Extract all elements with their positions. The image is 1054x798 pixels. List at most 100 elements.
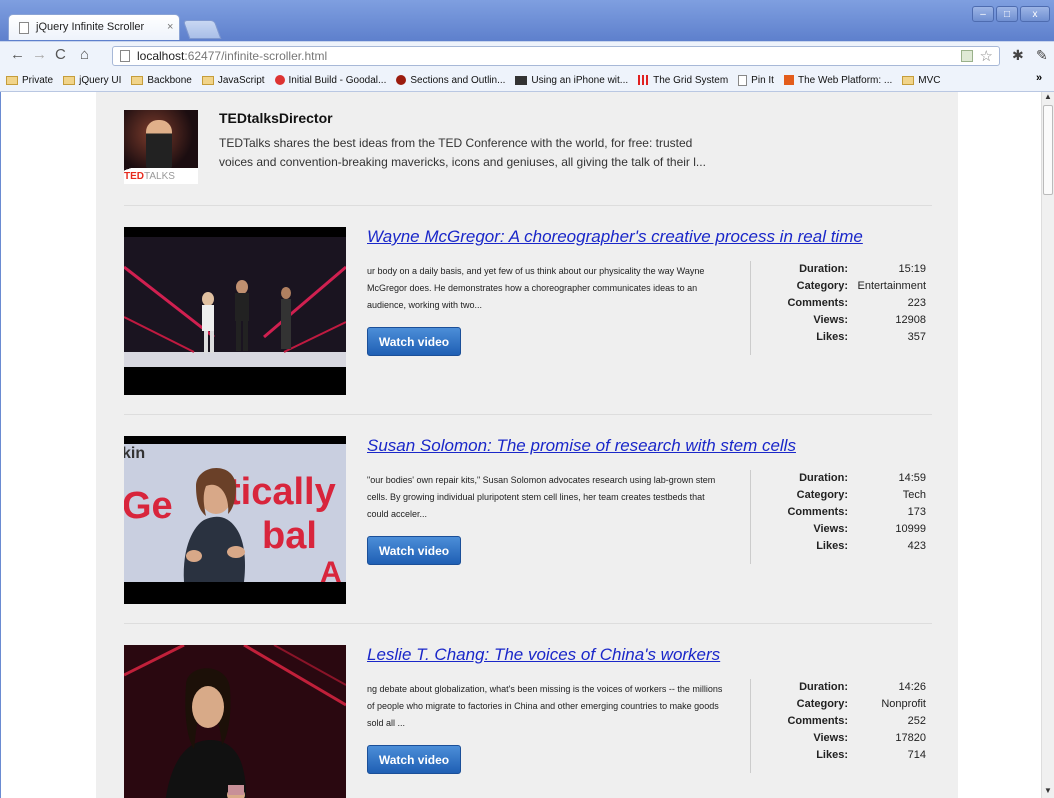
extension-icon[interactable]: ✱: [1012, 47, 1024, 64]
folder-icon: [902, 75, 915, 85]
watch-video-button[interactable]: Watch video: [367, 536, 461, 565]
tab-title: jQuery Infinite Scroller: [36, 21, 145, 33]
views-value: 10999: [895, 523, 926, 535]
new-tab-button[interactable]: [182, 20, 222, 39]
duration-label: Duration:: [799, 472, 848, 484]
talk-title-link[interactable]: Susan Solomon: The promise of research w…: [367, 436, 796, 456]
url-text: localhost:62477/infinite-scroller.html: [137, 49, 328, 63]
likes-value: 357: [907, 331, 926, 343]
browser-toolbar: ← → C ⌂ localhost:62477/infinite-scrolle…: [0, 41, 1054, 70]
tab-close-icon[interactable]: ×: [167, 21, 173, 33]
bookmark-grid-system[interactable]: The Grid System: [638, 75, 728, 86]
site-icon: [783, 75, 794, 85]
title-bar: jQuery Infinite Scroller × – □ x: [0, 0, 1054, 42]
back-arrow-icon[interactable]: ←: [10, 46, 25, 63]
category-label: Category:: [796, 489, 848, 501]
comments-label: Comments:: [787, 506, 848, 518]
divider: [750, 470, 751, 564]
home-icon[interactable]: ⌂: [80, 46, 89, 63]
bookmark-star-icon[interactable]: ☆: [980, 47, 993, 65]
bookmark-initial-build[interactable]: Initial Build - Goodal...: [274, 75, 386, 86]
views-label: Views:: [813, 314, 848, 326]
category-value: Tech: [902, 489, 926, 501]
browser-tab[interactable]: jQuery Infinite Scroller ×: [8, 14, 180, 40]
talk-title-link[interactable]: Wayne McGregor: A choreographer's creati…: [367, 227, 863, 247]
likes-value: 423: [907, 540, 926, 552]
bookmark-javascript[interactable]: JavaScript: [201, 75, 265, 86]
comments-value: 223: [907, 297, 926, 309]
bookmark-backbone[interactable]: Backbone: [131, 75, 192, 86]
duration-value: 15:19: [898, 263, 926, 275]
likes-label: Likes:: [816, 331, 848, 343]
divider: [750, 261, 751, 355]
grid-icon: [638, 75, 650, 85]
comments-value: 173: [907, 506, 926, 518]
talk-summary: "our bodies' own repair kits," Susan Sol…: [367, 475, 716, 519]
talk-item: kin Ge tically bal A Susan Solomon: The …: [124, 436, 932, 606]
close-window-button[interactable]: x: [1020, 6, 1050, 22]
views-label: Views:: [813, 523, 848, 535]
page-viewport: TEDTALKS TEDtalksDirector TEDTalks share…: [1, 92, 1041, 798]
page-content: TEDTALKS TEDtalksDirector TEDTalks share…: [96, 92, 958, 798]
bookmark-mvc[interactable]: MVC: [902, 75, 941, 86]
category-value: Nonprofit: [881, 698, 926, 710]
forward-arrow-icon[interactable]: →: [32, 46, 47, 63]
talk-thumbnail[interactable]: [124, 227, 346, 395]
talk-summary: ng debate about globalization, what's be…: [367, 684, 723, 728]
likes-label: Likes:: [816, 749, 848, 761]
bookmarks-bar: Private jQuery UI Backbone JavaScript In…: [0, 69, 1054, 92]
divider: [124, 623, 932, 624]
bookmarks-overflow-icon[interactable]: »: [1036, 72, 1042, 84]
talk-item: Wayne McGregor: A choreographer's creati…: [124, 227, 932, 397]
maximize-button[interactable]: □: [996, 6, 1018, 22]
duration-label: Duration:: [799, 263, 848, 275]
scroll-down-icon[interactable]: ▼: [1042, 786, 1054, 798]
comments-value: 252: [907, 715, 926, 727]
comments-label: Comments:: [787, 715, 848, 727]
site-icon: [515, 75, 528, 85]
reload-icon[interactable]: C: [55, 46, 66, 63]
scroll-thumb[interactable]: [1043, 105, 1053, 195]
folder-icon: [131, 75, 144, 85]
bookmark-web-platform[interactable]: The Web Platform: ...: [783, 75, 892, 86]
bookmark-iphone[interactable]: Using an iPhone wit...: [515, 75, 628, 86]
likes-label: Likes:: [816, 540, 848, 552]
wrench-icon[interactable]: ✎: [1036, 47, 1048, 64]
category-label: Category:: [796, 698, 848, 710]
talk-title-link[interactable]: Leslie T. Chang: The voices of China's w…: [367, 645, 720, 665]
thumb-text: tically: [228, 471, 336, 513]
duration-value: 14:59: [898, 472, 926, 484]
minimize-button[interactable]: –: [972, 6, 994, 22]
address-bar[interactable]: localhost:62477/infinite-scroller.html ☆: [112, 46, 1000, 66]
views-value: 12908: [895, 314, 926, 326]
talk-summary: ur body on a daily basis, and yet few of…: [367, 266, 705, 310]
bookmark-pin-it[interactable]: Pin It: [738, 74, 774, 86]
category-label: Category:: [796, 280, 848, 292]
watch-video-button[interactable]: Watch video: [367, 745, 461, 774]
views-value: 17820: [895, 732, 926, 744]
scroll-up-icon[interactable]: ▲: [1042, 92, 1054, 104]
talk-stats: Duration: 15:19 Category: Entertainment Co…: [754, 261, 926, 346]
category-value: Entertainment: [857, 280, 926, 292]
likes-value: 714: [907, 749, 926, 761]
bookmark-private[interactable]: Private: [6, 75, 53, 86]
talk-stats: Duration: 14:59 Category: Tech Comments: 17…: [754, 470, 926, 555]
thumb-text: bal: [262, 515, 317, 557]
bookmark-sections[interactable]: Sections and Outlin...: [396, 75, 505, 86]
divider: [750, 679, 751, 773]
watch-video-button[interactable]: Watch video: [367, 327, 461, 356]
duration-value: 14:26: [898, 681, 926, 693]
vertical-scrollbar[interactable]: ▲ ▼: [1041, 92, 1054, 798]
profile-description: TEDTalks shares the best ideas from the …: [219, 136, 706, 169]
talk-item: Leslie T. Chang: The voices of China's w…: [124, 645, 932, 798]
views-label: Views:: [813, 732, 848, 744]
rss-icon[interactable]: [961, 50, 973, 62]
page-icon: [738, 74, 748, 86]
folder-icon: [63, 75, 76, 85]
bookmark-jquery-ui[interactable]: jQuery UI: [63, 75, 121, 86]
talk-thumbnail[interactable]: [124, 645, 346, 798]
talk-thumbnail[interactable]: kin Ge tically bal A: [124, 436, 346, 604]
comments-label: Comments:: [787, 297, 848, 309]
folder-icon: [201, 75, 214, 85]
thumb-text: kin: [124, 445, 145, 462]
